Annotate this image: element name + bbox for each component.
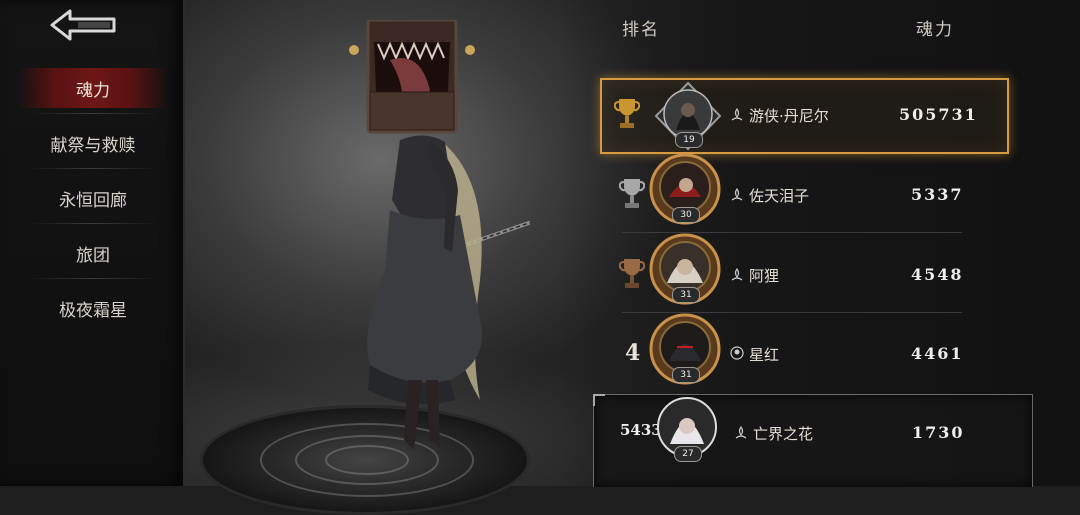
- level-badge: 30: [672, 207, 700, 223]
- clan-icon: [731, 188, 743, 201]
- nav-item-label: 魂力: [76, 80, 110, 101]
- nav-item-polar-night[interactable]: 极夜霜星: [18, 288, 168, 328]
- level-badge: 19: [675, 132, 703, 148]
- sidebar: 魂力 献祭与救赎 永恒回廊 旅团 极夜霜星: [0, 0, 185, 486]
- player-name: 亡界之花: [753, 425, 814, 443]
- avatar[interactable]: 19: [652, 80, 724, 152]
- clan-icon: [730, 346, 744, 360]
- clan-icon: [731, 268, 743, 281]
- avatar[interactable]: 27: [656, 396, 728, 468]
- soul-power-score: 5337: [911, 185, 964, 204]
- nav-item-label: 旅团: [76, 245, 110, 266]
- back-button[interactable]: [48, 6, 120, 44]
- bronze-trophy-icon: [619, 259, 645, 288]
- player-name: 佐天泪子: [749, 187, 810, 205]
- clan-icon: [735, 426, 747, 439]
- player-name: 阿狸: [749, 267, 780, 285]
- level-badge: 27: [674, 446, 702, 462]
- nav-item-label: 极夜霜星: [59, 300, 127, 321]
- level-badge: 31: [672, 287, 700, 303]
- soul-power-score: 4548: [911, 265, 964, 284]
- nav-item-label: 献祭与救赎: [50, 135, 136, 156]
- nav-item-label: 永恒回廊: [59, 190, 127, 211]
- rank-header: 排名: [622, 20, 660, 40]
- avatar[interactable]: 30: [649, 153, 721, 225]
- gold-trophy-icon: [614, 99, 640, 128]
- nav-item-sacrifice[interactable]: 献祭与救赎: [18, 123, 168, 163]
- player-name: 星红: [749, 346, 780, 364]
- soul-power-score: 1730: [912, 423, 965, 442]
- nav-item-eternal-corridor[interactable]: 永恒回廊: [18, 178, 168, 218]
- level-badge: 31: [672, 367, 700, 383]
- nav-item-soul-power[interactable]: 魂力: [18, 68, 168, 108]
- score-header: 魂力: [916, 20, 954, 40]
- rank-number: 4: [625, 340, 641, 366]
- soul-power-score: 505731: [899, 105, 978, 124]
- avatar[interactable]: 31: [649, 233, 721, 305]
- back-arrow-icon: [50, 9, 116, 41]
- character-model[interactable]: [330, 20, 530, 470]
- clan-icon: [731, 108, 743, 121]
- player-name: 游侠·丹尼尔: [749, 107, 829, 125]
- soul-power-score: 4461: [911, 344, 964, 363]
- nav-item-brigade[interactable]: 旅团: [18, 233, 168, 273]
- avatar[interactable]: 31: [649, 313, 721, 385]
- silver-trophy-icon: [619, 179, 645, 208]
